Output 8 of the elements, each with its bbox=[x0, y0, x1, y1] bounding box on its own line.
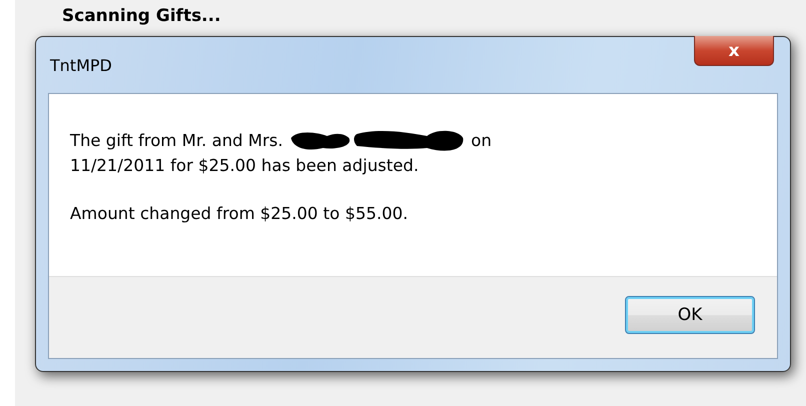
message-text: The gift from Mr. and Mrs. bbox=[70, 130, 284, 152]
background-title: Scanning Gifts... bbox=[62, 6, 222, 28]
message-text: 11/21/2011 for $25.00 has been adjusted. bbox=[70, 155, 420, 177]
window-title: TntMPD bbox=[50, 56, 112, 75]
message-text: on bbox=[471, 130, 492, 152]
ok-button[interactable]: OK bbox=[625, 296, 755, 334]
message-text: Amount changed from $25.00 to $55.00. bbox=[70, 203, 409, 225]
close-button[interactable]: x bbox=[694, 36, 774, 66]
